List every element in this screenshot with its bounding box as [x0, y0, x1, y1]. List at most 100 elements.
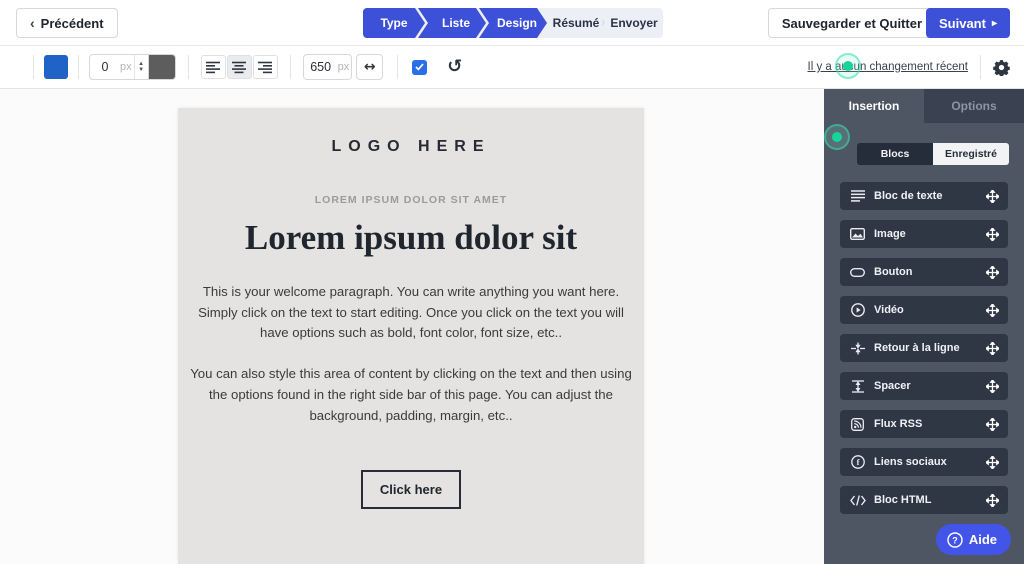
block-item-rss[interactable]: Flux RSS — [840, 410, 1008, 438]
save-and-quit-button[interactable]: Sauvegarder et Quitter — [767, 8, 936, 38]
previous-button[interactable]: ‹ Précédent — [16, 8, 118, 38]
padding-input-group: px ▲ ▼ — [89, 54, 176, 80]
history-status-link[interactable]: Il y a aucun changement récent — [808, 61, 968, 73]
block-item-image[interactable]: Image — [840, 220, 1008, 248]
block-item-line-break[interactable]: Retour à la ligne — [840, 334, 1008, 362]
block-item-label: Liens sociaux — [874, 456, 947, 468]
next-button-label: Suivant — [939, 15, 986, 31]
logo-placeholder[interactable]: LOGO HERE — [178, 138, 644, 156]
block-item-label: Retour à la ligne — [874, 342, 960, 354]
step-envoyer[interactable]: Envoyer — [605, 8, 663, 38]
block-item-label: Flux RSS — [874, 418, 923, 430]
block-list: Bloc de texte Image Bouton Vidéo Retour … — [840, 182, 1008, 524]
email-heading[interactable]: Lorem ipsum dolor sit — [178, 218, 644, 258]
toolbar-divider — [78, 55, 79, 79]
drag-move-icon[interactable] — [986, 227, 999, 241]
svg-text:?: ? — [952, 535, 958, 545]
chevron-right-icon: ▸ — [991, 17, 997, 29]
drag-move-icon[interactable] — [986, 189, 999, 203]
responsive-checkbox[interactable] — [412, 59, 428, 75]
video-play-icon — [849, 303, 866, 317]
segment-enregistre[interactable]: Enregistré — [933, 143, 1009, 165]
padding-input[interactable] — [90, 55, 120, 79]
settings-gear-icon[interactable] — [993, 59, 1010, 76]
full-width-button[interactable]: ↔ — [356, 54, 384, 80]
step-resume[interactable]: Résumé — [547, 8, 605, 38]
toolbar-divider — [187, 55, 189, 79]
format-toolbar: px ▲ ▼ — [0, 46, 1024, 89]
align-center-icon — [232, 61, 247, 73]
block-item-label: Bloc HTML — [874, 494, 932, 506]
stepper-down-icon[interactable]: ▼ — [135, 67, 148, 73]
step-design[interactable]: Design — [479, 8, 547, 38]
block-item-label: Bouton — [874, 266, 913, 278]
email-paragraph-1[interactable]: This is your welcome paragraph. You can … — [189, 282, 633, 344]
help-button-label: Aide — [968, 532, 997, 547]
undo-icon[interactable]: ↺ — [447, 58, 462, 76]
align-center-button[interactable] — [226, 55, 252, 79]
spacer-icon — [849, 379, 866, 393]
block-item-spacer[interactable]: Spacer — [840, 372, 1008, 400]
border-color-swatch[interactable] — [147, 55, 175, 79]
segment-blocs[interactable]: Blocs — [857, 143, 933, 165]
align-right-icon — [258, 61, 273, 73]
checkmark-icon — [415, 63, 424, 71]
block-item-label: Vidéo — [874, 304, 904, 316]
align-left-button[interactable] — [200, 55, 226, 79]
question-mark-icon: ? — [947, 531, 963, 548]
image-icon — [849, 228, 866, 240]
block-item-video[interactable]: Vidéo — [840, 296, 1008, 324]
top-bar: ‹ Précédent Type Liste Design Résumé › E… — [0, 0, 1024, 46]
insertion-sidebar: Insertion Options Blocs Enregistré Bloc … — [824, 89, 1024, 564]
tab-options[interactable]: Options — [924, 89, 1024, 123]
drag-move-icon[interactable] — [986, 493, 999, 507]
email-canvas[interactable]: LOGO HERE LOREM IPSUM DOLOR SIT AMET Lor… — [178, 108, 644, 564]
line-break-icon — [849, 342, 866, 355]
align-left-icon — [206, 61, 221, 73]
blocks-saved-toggle: Blocs Enregistré — [857, 143, 1009, 165]
step-type[interactable]: Type — [363, 8, 425, 38]
chevron-left-icon: ‹ — [30, 15, 35, 31]
toolbar-divider — [980, 55, 981, 79]
email-cta-button[interactable]: Click here — [360, 470, 462, 510]
button-pill-icon — [849, 267, 866, 277]
drag-move-icon[interactable] — [986, 379, 999, 393]
next-button[interactable]: Suivant ▸ — [926, 8, 1010, 38]
padding-unit-label: px — [120, 61, 132, 73]
editor-workspace: LOGO HERE LOREM IPSUM DOLOR SIT AMET Lor… — [0, 89, 824, 564]
width-unit-label: px — [337, 61, 350, 73]
email-editor-page: ‹ Précédent Type Liste Design Résumé › E… — [0, 0, 1024, 564]
drag-move-icon[interactable] — [986, 417, 999, 431]
drag-move-icon[interactable] — [986, 303, 999, 317]
wizard-steps: Type Liste Design Résumé › Envoyer — [363, 8, 663, 38]
text-lines-icon — [849, 190, 866, 202]
toolbar-divider — [397, 55, 399, 79]
padding-stepper[interactable]: ▲ ▼ — [133, 55, 148, 79]
html-code-icon — [849, 494, 866, 506]
toolbar-divider — [33, 55, 34, 79]
drag-move-icon[interactable] — [986, 455, 999, 469]
previous-button-label: Précédent — [40, 15, 104, 31]
block-item-button[interactable]: Bouton — [840, 258, 1008, 286]
block-item-label: Spacer — [874, 380, 911, 392]
step-liste[interactable]: Liste — [418, 8, 486, 38]
toolbar-divider — [289, 55, 291, 79]
block-item-html[interactable]: Bloc HTML — [840, 486, 1008, 514]
fill-color-swatch[interactable] — [44, 55, 68, 79]
block-item-label: Image — [874, 228, 906, 240]
social-links-icon: f — [849, 455, 866, 469]
email-width-input[interactable] — [303, 55, 338, 79]
tab-insertion[interactable]: Insertion — [824, 89, 924, 123]
sidebar-tabs: Insertion Options — [824, 89, 1024, 123]
drag-move-icon[interactable] — [986, 265, 999, 279]
email-subtitle[interactable]: LOREM IPSUM DOLOR SIT AMET — [178, 194, 644, 206]
horizontal-resize-icon: ↔ — [363, 59, 376, 75]
block-item-label: Bloc de texte — [874, 190, 943, 202]
email-paragraph-2[interactable]: You can also style this area of content … — [189, 364, 633, 426]
block-item-text[interactable]: Bloc de texte — [840, 182, 1008, 210]
drag-move-icon[interactable] — [986, 341, 999, 355]
save-and-quit-label: Sauvegarder et Quitter — [781, 15, 922, 31]
help-button[interactable]: ? Aide — [935, 524, 1011, 555]
align-right-button[interactable] — [252, 55, 278, 79]
block-item-social-links[interactable]: f Liens sociaux — [840, 448, 1008, 476]
